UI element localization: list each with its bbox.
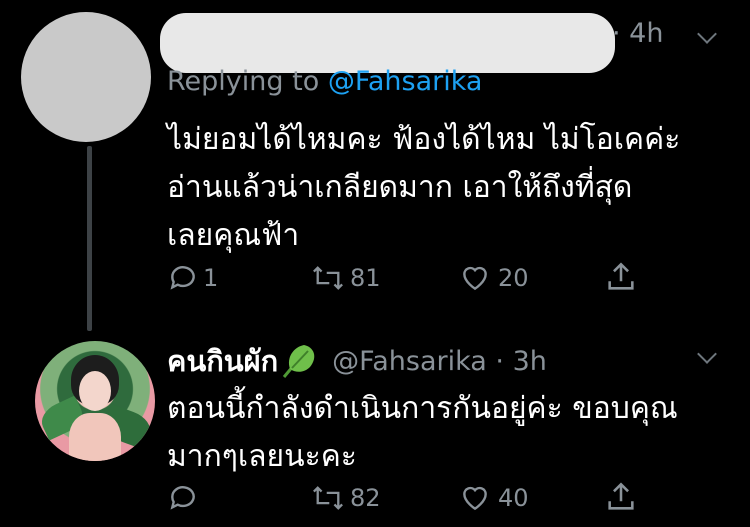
- redacted-avatar[interactable]: [21, 12, 151, 142]
- tweet1-reply-button[interactable]: 1: [167, 262, 218, 294]
- tweet1-text: ไม่ยอมได้ไหมคะ ฟ้องได้ไหม ไม่โอเคค่ะ อ่า…: [167, 116, 737, 260]
- tweet1-reply-count: 1: [203, 264, 219, 292]
- tweet2-line-1: ตอนนี้กำลังดำเนินการกันอยู่ค่ะ ขอบคุณ: [167, 391, 678, 426]
- tweet2-like-button[interactable]: 40: [458, 482, 529, 514]
- avatar[interactable]: [35, 341, 155, 461]
- tweet2-handle[interactable]: @Fahsarika: [332, 346, 487, 377]
- tweet1-line-1: ไม่ยอมได้ไหมคะ ฟ้องได้ไหม ไม่โอเคค่ะ: [167, 122, 681, 157]
- tweet1-line-3: เลยคุณฟ้า: [167, 218, 300, 253]
- thread-connector: [87, 146, 92, 331]
- tweet2-share-button[interactable]: [604, 480, 638, 514]
- share-icon: [608, 262, 634, 290]
- leafy-green-icon: [283, 345, 315, 378]
- retweet-icon: [313, 486, 343, 510]
- heart-icon: [463, 266, 487, 291]
- tweet2-retweet-count: 82: [350, 484, 381, 512]
- tweet2-time[interactable]: 3h: [513, 346, 547, 377]
- replying-to: Replying to @Fahsarika: [167, 66, 483, 97]
- tweet1-retweet-button[interactable]: 81: [310, 262, 381, 294]
- retweet-icon: [313, 266, 343, 290]
- tweet2-like-count: 40: [498, 484, 529, 512]
- reply-icon: [170, 486, 195, 510]
- tweet2-retweet-button[interactable]: 82: [310, 482, 381, 514]
- display-name[interactable]: คนกินผัก: [167, 338, 278, 384]
- tweet1-like-button[interactable]: 20: [458, 262, 529, 294]
- tweet1-time[interactable]: 4h: [629, 18, 663, 49]
- tweet1-like-count: 20: [498, 264, 529, 292]
- replying-handle-link[interactable]: @Fahsarika: [328, 66, 483, 97]
- tweet2-reply-button[interactable]: [167, 482, 203, 514]
- share-icon: [608, 482, 634, 510]
- tweet1-chevron-down-icon[interactable]: [697, 24, 717, 44]
- heart-icon: [463, 486, 487, 511]
- tweet2-line-2: มากๆเลยนะคะ: [167, 439, 357, 474]
- tweet2-header: คนกินผัก @Fahsarika · 3h: [167, 338, 547, 384]
- reply-icon: [170, 266, 195, 290]
- tweet1-time-row: · 4h: [612, 18, 664, 49]
- tweet1-retweet-count: 81: [350, 264, 381, 292]
- redacted-name: [160, 13, 615, 73]
- tweet1-share-button[interactable]: [604, 260, 638, 294]
- tweet1-line-2: อ่านแล้วน่าเกลียดมาก เอาให้ถึงที่สุด: [167, 170, 633, 205]
- tweet2-text: ตอนนี้กำลังดำเนินการกันอยู่ค่ะ ขอบคุณ มา…: [167, 385, 737, 481]
- tweet2-chevron-down-icon[interactable]: [697, 344, 717, 364]
